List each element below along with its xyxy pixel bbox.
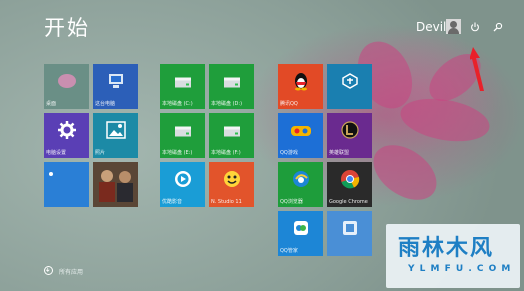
tile-cube[interactable] bbox=[327, 64, 372, 109]
drive-icon bbox=[223, 122, 241, 141]
tile-label: QQ浏览器 bbox=[280, 199, 303, 205]
watermark-logo: 雨林木风 Y L M F U . C O M bbox=[386, 224, 520, 288]
tile-qq-browser[interactable]: QQ浏览器 bbox=[278, 162, 323, 207]
user-name[interactable]: Devil bbox=[416, 20, 446, 34]
tile-label: 这台电脑 bbox=[95, 101, 116, 107]
tile-gear[interactable]: 电脑设置 bbox=[44, 113, 89, 158]
tile-label: 电脑设置 bbox=[46, 150, 67, 156]
page-title: 开始 bbox=[44, 16, 90, 40]
tile-label: 腾讯QQ bbox=[280, 101, 298, 107]
avatar[interactable] bbox=[446, 19, 461, 34]
watermark-text: 雨林木风 bbox=[398, 236, 495, 261]
arrow-down-circle-icon bbox=[44, 266, 53, 275]
tile-label: N. Studio 11 bbox=[211, 199, 242, 205]
tile-label: QQ游戏 bbox=[280, 150, 298, 156]
news-photo-icon bbox=[93, 162, 138, 207]
drive-icon bbox=[174, 73, 192, 92]
tile-qq-game[interactable]: QQ游戏 bbox=[278, 113, 323, 158]
chrome-icon bbox=[340, 169, 360, 193]
tile-label: 英雄联盟 bbox=[329, 150, 350, 156]
qq-manager-icon bbox=[292, 219, 310, 241]
tile-computer[interactable]: 这台电脑 bbox=[93, 64, 138, 109]
youku-icon bbox=[174, 170, 192, 192]
tile-label: 优酷影音 bbox=[162, 199, 183, 205]
tile-label: 本地磁盘 (E:) bbox=[162, 150, 193, 156]
app-icon bbox=[341, 219, 359, 241]
studio-icon bbox=[223, 170, 241, 192]
tile-label: 桌面 bbox=[46, 101, 57, 107]
tile-label: QQ管家 bbox=[280, 248, 298, 254]
start-header: 开始 Devil bbox=[0, 0, 524, 50]
drive-icon bbox=[174, 122, 192, 141]
watermark-url: Y L M F U . C O M bbox=[408, 264, 512, 274]
tile-label: 本地磁盘 (D:) bbox=[211, 101, 243, 107]
tile-qq-penguin[interactable]: 腾讯QQ bbox=[278, 64, 323, 109]
qq-game-icon bbox=[290, 122, 312, 142]
drive-icon bbox=[223, 73, 241, 92]
flower-petal bbox=[363, 133, 447, 212]
tile-app[interactable] bbox=[327, 211, 372, 256]
tile-qq-manager[interactable]: QQ管家 bbox=[278, 211, 323, 256]
tile-drive[interactable]: 本地磁盘 (E:) bbox=[160, 113, 205, 158]
tile-chrome[interactable]: Google Chrome bbox=[327, 162, 372, 207]
all-apps-label: 所有应用 bbox=[59, 269, 84, 276]
tile-news-photo[interactable] bbox=[93, 162, 138, 207]
qq-browser-icon bbox=[292, 170, 310, 192]
tile-label: 本地磁盘 (C:) bbox=[162, 101, 193, 107]
arrow-annotation-icon bbox=[470, 47, 484, 91]
search-icon[interactable] bbox=[493, 22, 503, 32]
cube-icon bbox=[341, 73, 358, 93]
qq-penguin-icon bbox=[292, 71, 310, 95]
tile-weather[interactable] bbox=[44, 162, 89, 207]
tile-drive[interactable]: 本地磁盘 (D:) bbox=[209, 64, 254, 109]
tile-league[interactable]: 英雄联盟 bbox=[327, 113, 372, 158]
desktop-photo-icon bbox=[55, 71, 79, 95]
computer-icon bbox=[107, 73, 125, 93]
tile-drive[interactable]: 本地磁盘 (C:) bbox=[160, 64, 205, 109]
avatar-head bbox=[450, 21, 457, 28]
tile-drive[interactable]: 本地磁盘 (F:) bbox=[209, 113, 254, 158]
tile-desktop-photo[interactable]: 桌面 bbox=[44, 64, 89, 109]
tile-studio[interactable]: N. Studio 11 bbox=[209, 162, 254, 207]
power-icon[interactable] bbox=[470, 22, 480, 32]
photos-icon bbox=[105, 121, 126, 143]
league-icon bbox=[340, 121, 359, 143]
tile-label: 本地磁盘 (F:) bbox=[211, 150, 241, 156]
tile-photos[interactable]: 照片 bbox=[93, 113, 138, 158]
gear-icon bbox=[57, 120, 77, 144]
tile-label: 照片 bbox=[95, 150, 106, 156]
tile-label: Google Chrome bbox=[329, 199, 368, 205]
weather-icon bbox=[47, 165, 59, 184]
avatar-body bbox=[448, 28, 459, 34]
tile-youku[interactable]: 优酷影音 bbox=[160, 162, 205, 207]
